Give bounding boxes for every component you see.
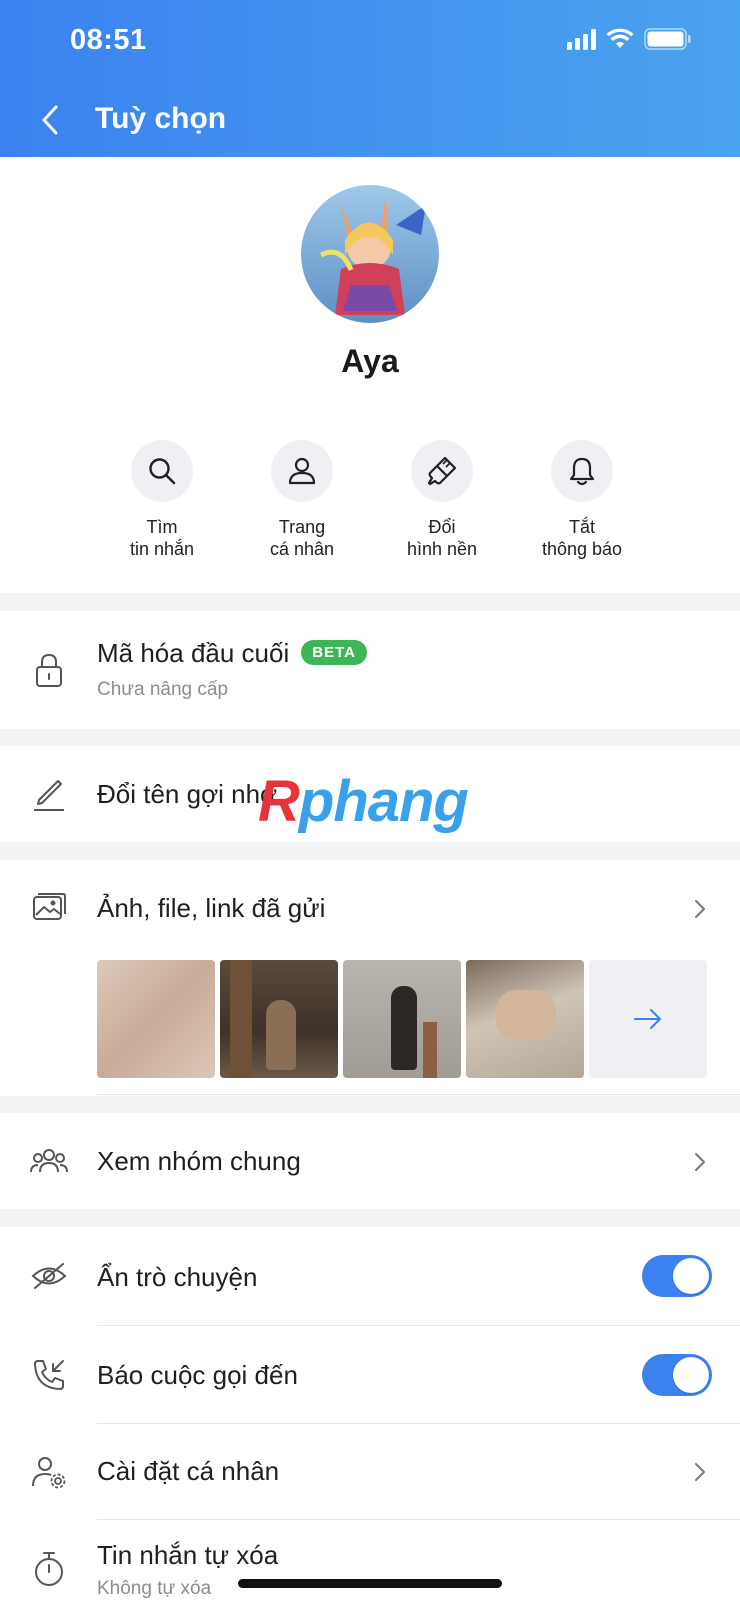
call-notify-row: Báo cuộc gọi đến bbox=[0, 1326, 740, 1424]
profile-section: Aya Tìm tin nhắn Trang cá nhân Đổi hình … bbox=[0, 157, 740, 593]
auto-delete-title: Tin nhắn tự xóa bbox=[97, 1540, 279, 1570]
media-thumbnails bbox=[97, 960, 707, 1078]
battery-icon bbox=[644, 28, 691, 50]
search-messages-action[interactable]: Tìm tin nhắn bbox=[92, 440, 232, 560]
incoming-call-icon bbox=[30, 1356, 68, 1394]
gallery-icon bbox=[30, 888, 68, 926]
user-settings-icon bbox=[30, 1453, 68, 1491]
chevron-left-icon bbox=[42, 105, 58, 135]
chevron-right-icon bbox=[690, 1460, 710, 1484]
media-thumbnail[interactable] bbox=[220, 960, 338, 1078]
status-time: 08:51 bbox=[70, 24, 147, 56]
avatar[interactable] bbox=[301, 185, 439, 323]
action-label: Tắt thông báo bbox=[541, 517, 623, 559]
cellular-signal-icon bbox=[567, 28, 596, 50]
media-thumbnail[interactable] bbox=[466, 960, 584, 1078]
quick-actions: Tìm tin nhắn Trang cá nhân Đổi hình nền … bbox=[92, 440, 652, 560]
hide-chat-toggle[interactable] bbox=[642, 1255, 712, 1297]
lock-icon bbox=[30, 651, 68, 689]
personal-settings-title: Cài đặt cá nhân bbox=[97, 1456, 280, 1486]
chevron-right-icon bbox=[690, 1150, 710, 1174]
pencil-icon bbox=[30, 775, 68, 813]
personal-settings-row[interactable]: Cài đặt cá nhân bbox=[0, 1424, 740, 1520]
action-label: Trang cá nhân bbox=[269, 517, 335, 559]
mute-notifications-action[interactable]: Tắt thông báo bbox=[512, 440, 652, 560]
beta-badge: BETA bbox=[301, 639, 367, 665]
call-notify-toggle[interactable] bbox=[642, 1354, 712, 1396]
wifi-icon bbox=[606, 28, 634, 48]
eye-slash-icon bbox=[30, 1257, 68, 1295]
media-title: Ảnh, file, link đã gửi bbox=[97, 893, 326, 923]
profile-page-action[interactable]: Trang cá nhân bbox=[232, 440, 372, 560]
media-thumbnail[interactable] bbox=[97, 960, 215, 1078]
bell-icon bbox=[551, 440, 613, 502]
encryption-status: Chưa nâng cấp bbox=[97, 679, 229, 700]
home-indicator bbox=[238, 1579, 502, 1588]
encryption-title: Mã hóa đầu cuối bbox=[97, 638, 290, 668]
paintbrush-icon bbox=[411, 440, 473, 502]
arrow-right-icon bbox=[634, 1009, 661, 1029]
back-button[interactable] bbox=[30, 98, 70, 142]
page-title: Tuỳ chọn bbox=[95, 102, 227, 135]
auto-delete-row[interactable]: Tin nhắn tự xóa Không tự xóa bbox=[0, 1520, 740, 1600]
profile-name: Aya bbox=[341, 343, 399, 379]
hide-chat-row: Ẩn trò chuyện bbox=[0, 1227, 740, 1325]
chevron-right-icon bbox=[690, 897, 710, 921]
app-header: 08:51 Tuỳ chọn bbox=[0, 0, 740, 157]
change-wallpaper-action[interactable]: Đổi hình nền bbox=[372, 440, 512, 560]
divider bbox=[97, 1094, 740, 1095]
media-header-row[interactable]: Ảnh, file, link đã gửi bbox=[0, 860, 740, 952]
encryption-row[interactable]: Mã hóa đầu cuối BETA Chưa nâng cấp bbox=[0, 611, 740, 729]
hide-chat-title: Ẩn trò chuyện bbox=[97, 1262, 258, 1292]
media-section: Ảnh, file, link đã gửi bbox=[0, 860, 740, 1096]
timer-icon bbox=[30, 1550, 68, 1588]
action-label: Đổi hình nền bbox=[406, 517, 478, 559]
see-more-media-button[interactable] bbox=[589, 960, 707, 1078]
encryption-title-line: Mã hóa đầu cuối BETA bbox=[97, 638, 367, 669]
auto-delete-status: Không tự xóa bbox=[97, 1578, 212, 1599]
media-thumbnail[interactable] bbox=[343, 960, 461, 1078]
search-icon bbox=[131, 440, 193, 502]
avatar-image bbox=[301, 185, 439, 323]
rename-title: Đổi tên gợi nhớ bbox=[97, 779, 278, 809]
group-icon bbox=[30, 1142, 68, 1180]
common-groups-title: Xem nhóm chung bbox=[97, 1146, 301, 1176]
action-label: Tìm tin nhắn bbox=[129, 517, 195, 559]
common-groups-row[interactable]: Xem nhóm chung bbox=[0, 1113, 740, 1209]
person-icon bbox=[271, 440, 333, 502]
status-icons bbox=[567, 28, 692, 50]
watermark-logo: Rphang bbox=[258, 769, 469, 834]
call-notify-title: Báo cuộc gọi đến bbox=[97, 1360, 298, 1390]
settings-section: Ẩn trò chuyện Báo cuộc gọi đến Cài đặt c… bbox=[0, 1227, 740, 1600]
